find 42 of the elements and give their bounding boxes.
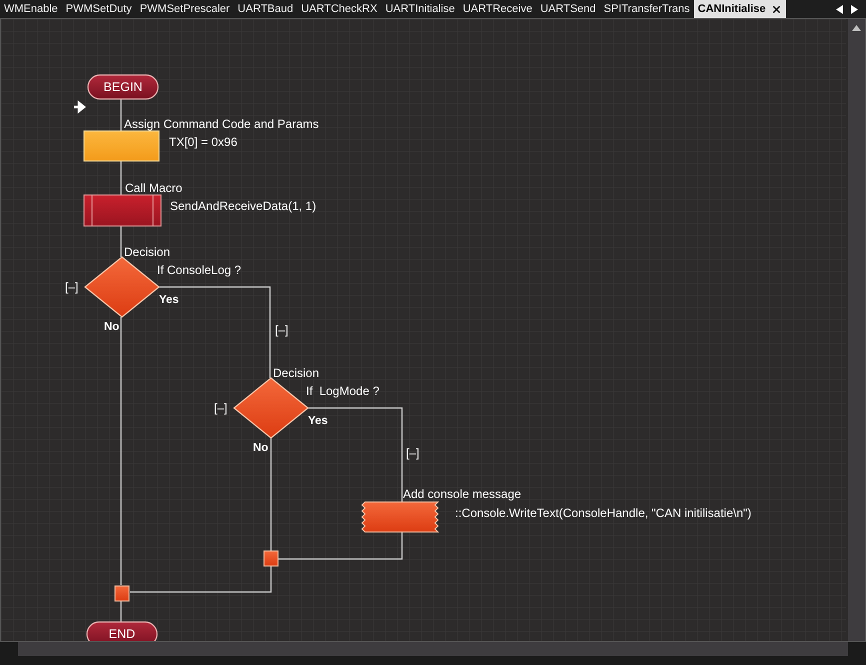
step-detail: SendAndReceiveData(1, 1) (170, 199, 316, 213)
terminal-node (87, 74, 159, 100)
step-title: Decision (273, 366, 320, 380)
document-tab[interactable]: WMEnable (0, 0, 62, 18)
document-tab[interactable]: UARTBaud (234, 0, 298, 18)
yes-label: Yes (308, 415, 328, 427)
document-tab[interactable]: UARTCheckRX (297, 0, 382, 18)
junction-node (264, 550, 278, 566)
collapse-toggle[interactable]: [–] (275, 323, 288, 337)
arrow-icon (72, 102, 86, 112)
condition-text: If LogMode ? (306, 384, 380, 398)
connector-line (120, 601, 122, 622)
step-detail: TX[0] = 0x96 (169, 135, 238, 149)
step-title: Add console message (403, 487, 522, 501)
terminal-label: END (108, 627, 136, 641)
step-title: Decision (124, 245, 170, 259)
collapse-toggle[interactable]: [–] (65, 280, 78, 294)
terminal-label: BEGIN (104, 80, 142, 94)
document-tab[interactable]: UARTSend (536, 0, 600, 18)
condition-text: If ConsoleLog ? (157, 263, 242, 277)
vertical-scrollbar[interactable] (848, 19, 865, 641)
horizontal-scrollbar[interactable] (18, 642, 848, 656)
document-tab[interactable]: UARTReceive (458, 0, 536, 18)
no-label: No (253, 442, 268, 454)
close-icon[interactable] (770, 4, 782, 14)
yes-label: Yes (159, 294, 179, 306)
no-label: No (104, 321, 120, 333)
step-detail: ::Console.WriteText(ConsoleHandle, "CAN initilisatie\n") (455, 506, 752, 520)
document-tab[interactable]: PWMSetDuty (62, 0, 136, 18)
document-tab[interactable]: SPITransferTrans (600, 0, 694, 18)
collapse-toggle[interactable]: [–] (406, 446, 420, 460)
collapse-toggle[interactable]: [–] (214, 401, 228, 415)
scroll-up-icon[interactable] (852, 25, 861, 31)
scroll-left-icon[interactable] (836, 4, 843, 14)
document-tab[interactable]: CANInitialise (694, 0, 786, 18)
step-title: Assign Command Code and Params (124, 117, 319, 131)
document-tab[interactable]: PWMSetPrescaler (136, 0, 234, 18)
terminal-node (86, 621, 158, 641)
scroll-right-icon[interactable] (851, 4, 858, 14)
junction-node (114, 586, 130, 602)
step-title: Call Macro (125, 181, 182, 195)
document-tab[interactable]: UARTInitialise (381, 0, 459, 18)
